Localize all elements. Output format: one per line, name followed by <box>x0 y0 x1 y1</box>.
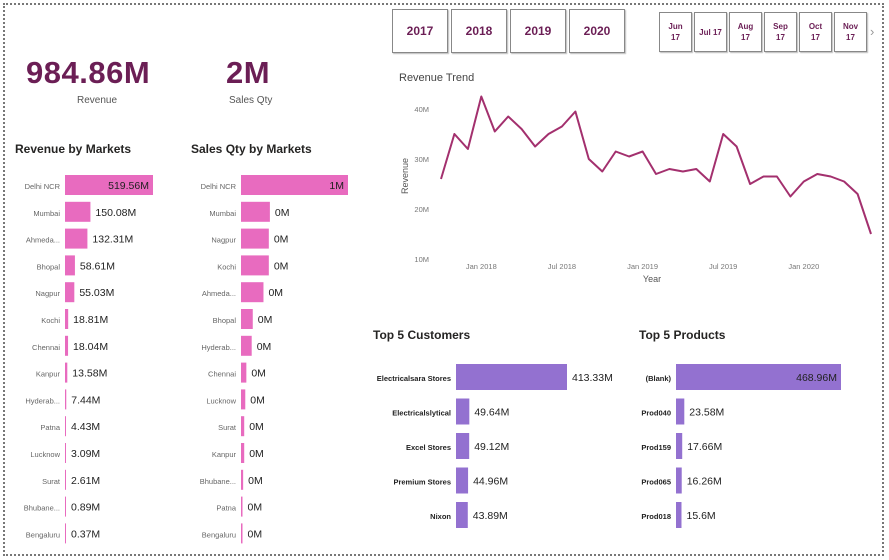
bar[interactable] <box>676 433 683 459</box>
data-label: 17.66M <box>687 441 722 453</box>
data-label: 23.58M <box>689 407 724 419</box>
top5-products-chart: (Blank) 468.96M Prod040 23.58M Prod159 17.66M… <box>641 364 841 528</box>
category-label: Prod018 <box>641 512 671 521</box>
bar[interactable] <box>676 467 682 494</box>
data-label: 468.96M <box>796 372 837 384</box>
category-label: Prod065 <box>641 478 671 487</box>
bar[interactable] <box>676 398 685 425</box>
category-label: (Blank) <box>646 374 672 383</box>
data-label: 16.26M <box>687 476 722 488</box>
category-label: Prod159 <box>641 443 671 452</box>
bar[interactable] <box>676 502 682 528</box>
data-label: 15.6M <box>686 510 715 522</box>
category-label: Prod040 <box>641 409 671 418</box>
